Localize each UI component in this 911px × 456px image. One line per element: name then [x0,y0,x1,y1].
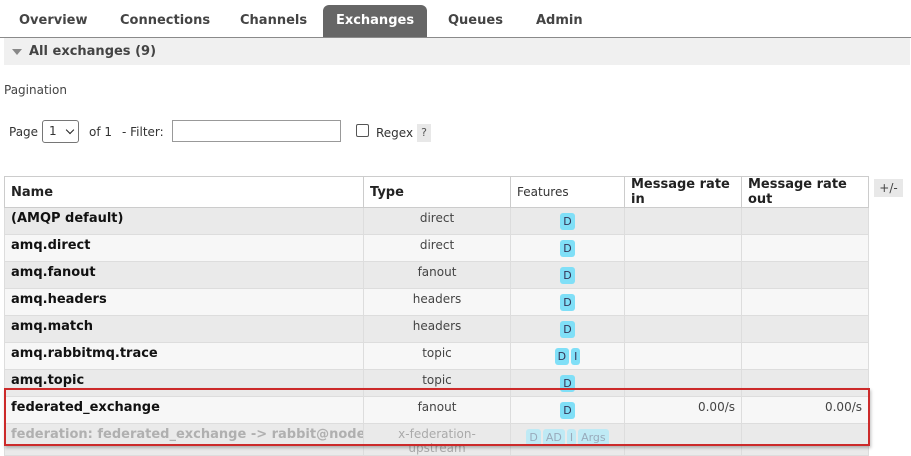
exchange-name-link[interactable]: federation: federated_exchange -> rabbit… [4,423,364,456]
tab-admin[interactable]: Admin [524,5,595,37]
section-header-all-exchanges[interactable]: All exchanges (9) [4,38,910,65]
message-rate-in [624,342,742,370]
tab-queues[interactable]: Queues [436,5,515,37]
exchange-features: D AD I Args [510,423,625,456]
tab-connections[interactable]: Connections [108,5,222,37]
table-row: federation: federated_exchange -> rabbit… [4,423,869,456]
message-rate-in [624,207,742,235]
regex-checkbox[interactable] [356,124,369,137]
filter-label: - Filter: [122,125,164,139]
feature-badge[interactable]: D [560,402,575,419]
feature-badge[interactable]: AD [542,429,565,446]
exchange-name-link[interactable]: amq.match [4,315,364,343]
column-header-type[interactable]: Type [363,176,511,208]
column-header-features: Features [510,176,625,208]
feature-badge[interactable]: D [560,213,575,230]
exchange-name-link[interactable]: amq.topic [4,369,364,397]
message-rate-out [741,207,869,235]
table-header-row: Name Type Features Message rate in Messa… [4,176,869,208]
exchange-type: fanout [363,261,511,289]
table-row: amq.topic topic D [4,369,869,397]
filter-input[interactable] [172,120,341,142]
exchange-features: DI [510,342,625,370]
exchange-features: D [510,207,625,235]
message-rate-in [624,234,742,262]
exchange-name-link[interactable]: amq.rabbitmq.trace [4,342,364,370]
nav-tabs: Overview Connections Channels Exchanges … [0,5,911,38]
exchange-features: D [510,396,625,424]
column-header-name[interactable]: Name [4,176,364,208]
page-label: Page [9,125,39,139]
exchange-type: headers [363,288,511,316]
exchange-name-link[interactable]: amq.headers [4,288,364,316]
regex-help-button[interactable]: ? [417,124,431,142]
message-rate-out: 0.00/s [741,396,869,424]
feature-badge[interactable]: D [560,375,575,392]
feature-badge[interactable]: Args [578,429,609,446]
exchange-type: direct [363,234,511,262]
message-rate-in [624,261,742,289]
tab-channels[interactable]: Channels [228,5,319,37]
feature-badge[interactable]: D [526,429,541,446]
message-rate-out [741,288,869,316]
message-rate-out [741,342,869,370]
tab-exchanges[interactable]: Exchanges [323,5,427,37]
exchange-type: fanout [363,396,511,424]
collapse-triangle-icon [12,49,22,55]
message-rate-out [741,234,869,262]
exchange-name-link[interactable]: federated_exchange [4,396,364,424]
chevron-down-icon [65,125,75,135]
table-row: amq.direct direct D [4,234,869,262]
feature-badge[interactable]: I [571,348,581,365]
section-title: All exchanges (9) [29,44,157,59]
page-select-value: 1 [49,124,57,138]
tab-overview[interactable]: Overview [7,5,100,37]
column-options-button[interactable]: +/- [874,179,903,197]
page-select[interactable]: 1 [42,120,79,143]
table-body: (AMQP default) direct Damq.direct direct Dam… [4,207,869,456]
message-rate-out [741,369,869,397]
message-rate-in [624,288,742,316]
table-row: amq.fanout fanout D [4,261,869,289]
exchange-type: topic [363,342,511,370]
exchange-type: topic [363,369,511,397]
message-rate-in [624,369,742,397]
exchange-features: D [510,234,625,262]
column-header-rate-in: Message rate in [624,176,742,208]
page-of-label: of 1 [89,125,113,139]
feature-badge[interactable]: D [554,348,570,365]
table-row: (AMQP default) direct D [4,207,869,235]
column-header-rate-out: Message rate out [741,176,869,208]
exchange-type: headers [363,315,511,343]
exchange-name-link[interactable]: amq.fanout [4,261,364,289]
exchange-features: D [510,315,625,343]
pagination-label: Pagination [4,83,67,97]
table-row: amq.match headers D [4,315,869,343]
feature-badge[interactable]: D [560,267,575,284]
regex-label: Regex [376,126,414,140]
feature-badge[interactable]: I [566,429,577,446]
message-rate-in [624,315,742,343]
table-row: amq.rabbitmq.trace topic D I [4,342,869,370]
feature-badge[interactable]: D [560,240,575,257]
exchange-features: D [510,288,625,316]
message-rate-out [741,315,869,343]
table-row: amq.headers headers D [4,288,869,316]
message-rate-out [741,423,869,456]
feature-badge[interactable]: D [560,294,575,311]
table-row: federated_exchange fanout D 0.00/s 0.00/s [4,396,869,424]
message-rate-out [741,261,869,289]
exchange-features: D [510,369,625,397]
feature-badge[interactable]: D [560,321,575,338]
message-rate-in [624,423,742,456]
exchange-type: x-federation-upstream [363,423,511,456]
exchange-features: D [510,261,625,289]
exchange-name-link[interactable]: amq.direct [4,234,364,262]
message-rate-in: 0.00/s [624,396,742,424]
exchanges-table: Name Type Features Message rate in Messa… [4,176,869,456]
exchange-name-link[interactable]: (AMQP default) [4,207,364,235]
exchange-type: direct [363,207,511,235]
